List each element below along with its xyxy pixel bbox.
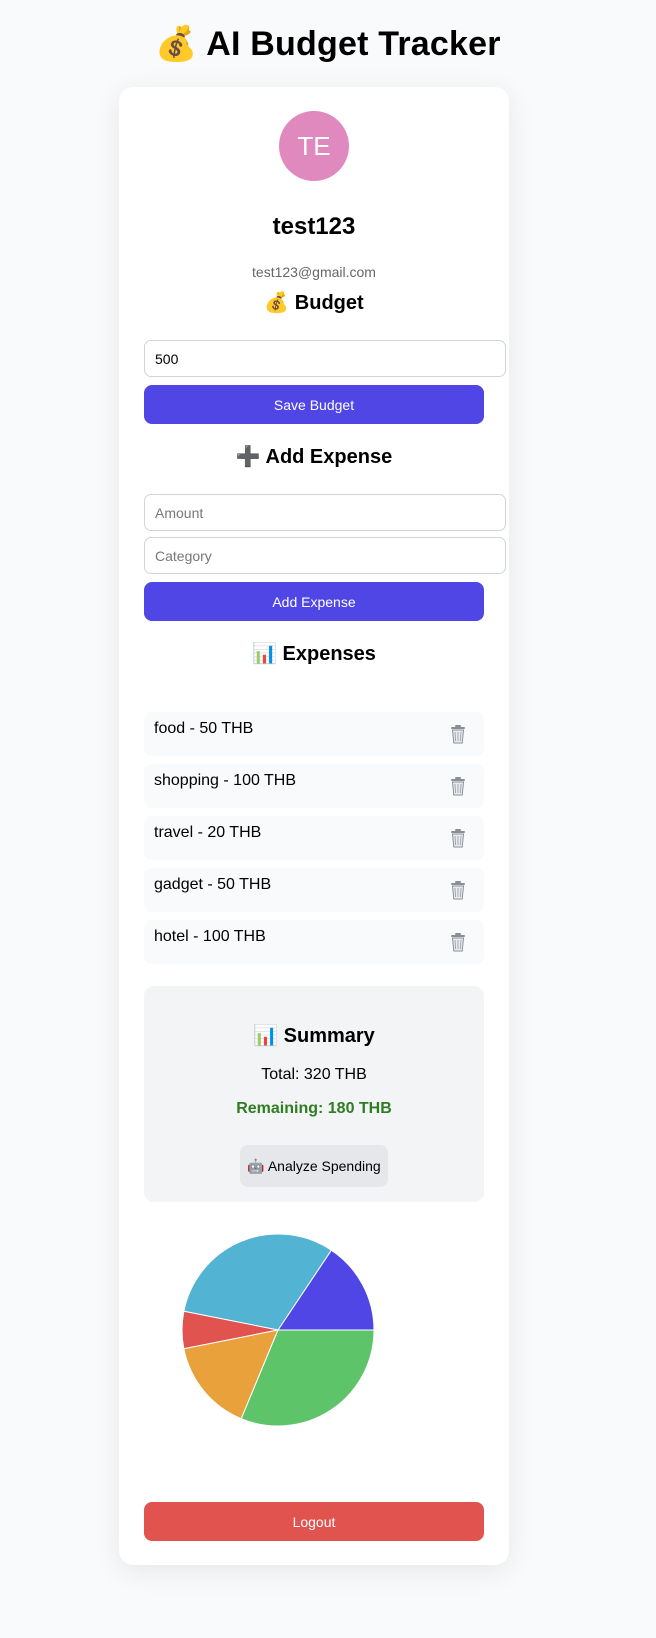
summary-remaining: Remaining: 180 THB bbox=[236, 1100, 392, 1117]
expense-label: hotel - 100 THB bbox=[154, 928, 266, 945]
expense-label: travel - 20 THB bbox=[154, 824, 262, 841]
app-title: 💰 AI Budget Tracker bbox=[155, 25, 501, 63]
expense-label: food - 50 THB bbox=[154, 720, 254, 737]
summary-total: Total: 320 THB bbox=[261, 1066, 367, 1083]
trash-icon[interactable] bbox=[446, 826, 470, 850]
avatar: TE bbox=[279, 111, 349, 181]
trash-icon[interactable] bbox=[446, 774, 470, 798]
user-email: test123@gmail.com bbox=[252, 264, 376, 280]
logout-button[interactable]: Logout bbox=[144, 1502, 484, 1541]
username: test123 bbox=[272, 213, 356, 240]
budget-heading: 💰 Budget bbox=[264, 292, 364, 314]
save-budget-button[interactable]: Save Budget bbox=[144, 385, 484, 424]
expenses-heading: 📊 Expenses bbox=[252, 643, 376, 665]
expense-item: hotel - 100 THB bbox=[144, 920, 484, 964]
expense-label: gadget - 50 THB bbox=[154, 876, 272, 893]
expense-list: food - 50 THB shopping - 100 THB travel … bbox=[144, 712, 484, 972]
expense-item: gadget - 50 THB bbox=[144, 868, 484, 912]
profile-card: TE test123 test123@gmail.com 💰 Budget Sa… bbox=[119, 87, 509, 1565]
trash-icon[interactable] bbox=[446, 722, 470, 746]
expense-item: shopping - 100 THB bbox=[144, 764, 484, 808]
expense-pie-chart bbox=[181, 1233, 375, 1427]
analyze-spending-button[interactable]: 🤖 Analyze Spending bbox=[240, 1145, 388, 1187]
budget-input[interactable] bbox=[144, 340, 506, 377]
trash-icon[interactable] bbox=[446, 878, 470, 902]
add-expense-button[interactable]: Add Expense bbox=[144, 582, 484, 621]
amount-input[interactable] bbox=[144, 494, 506, 531]
summary-panel: 📊 Summary Total: 320 THB Remaining: 180 … bbox=[144, 986, 484, 1202]
summary-heading: 📊 Summary bbox=[253, 1025, 375, 1047]
expense-item: travel - 20 THB bbox=[144, 816, 484, 860]
category-input[interactable] bbox=[144, 537, 506, 574]
expense-label: shopping - 100 THB bbox=[154, 772, 297, 789]
expense-item: food - 50 THB bbox=[144, 712, 484, 756]
trash-icon[interactable] bbox=[446, 930, 470, 954]
add-expense-heading: ➕ Add Expense bbox=[235, 446, 393, 468]
